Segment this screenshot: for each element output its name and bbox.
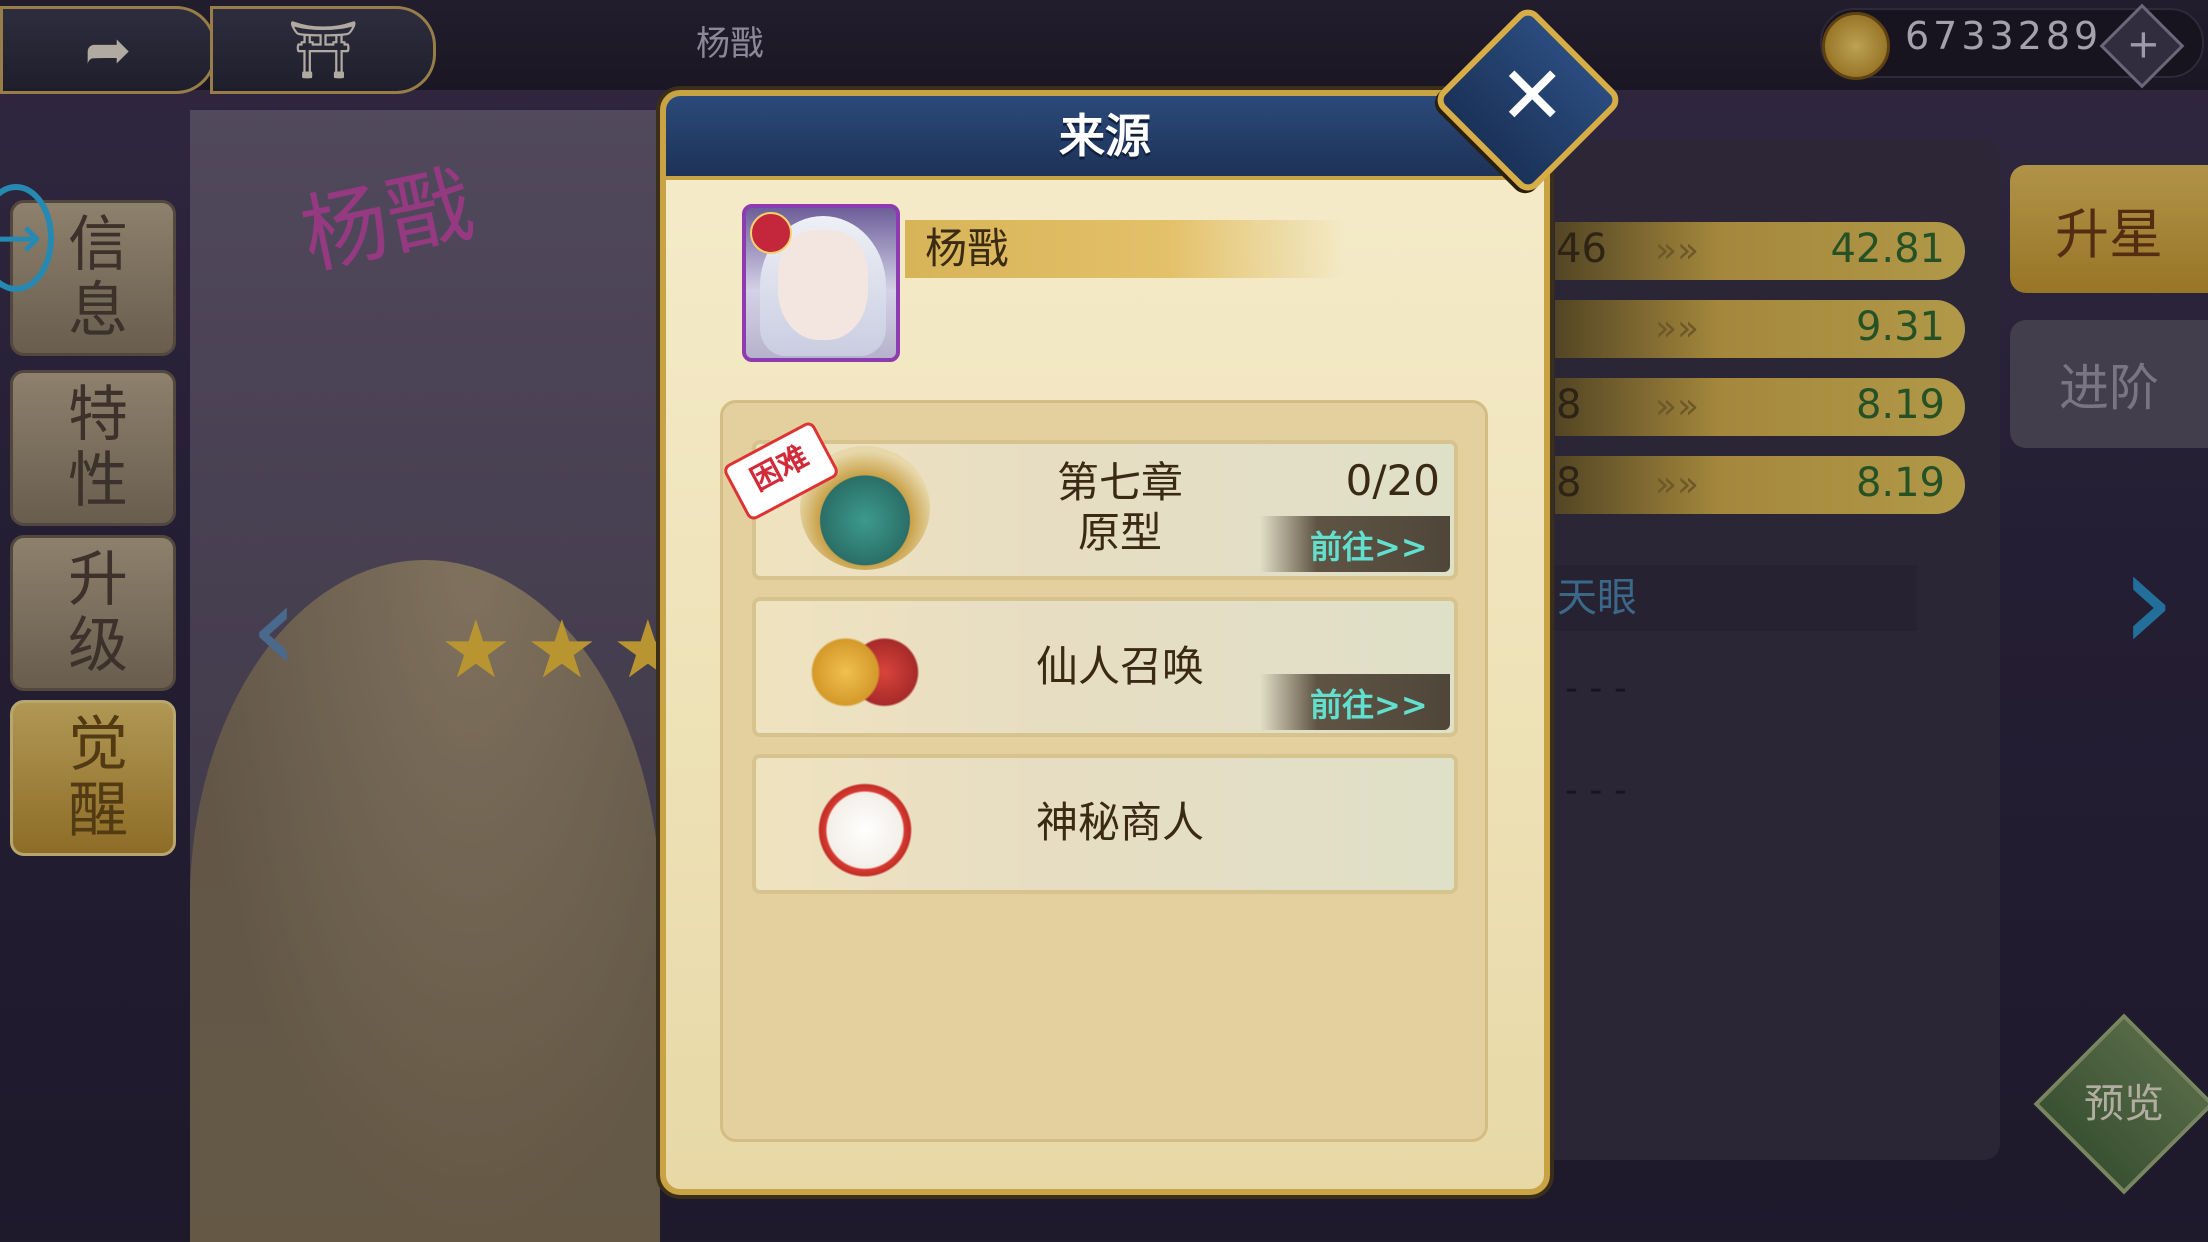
go-button[interactable]: 前往>> [1310, 680, 1428, 726]
hero-portrait [742, 204, 900, 362]
source-label: 神秘商人 [1035, 798, 1204, 847]
go-button[interactable]: 前往>> [1310, 522, 1428, 568]
dialog-title: 来源 [1059, 109, 1151, 163]
immortal-summon-icon [800, 604, 930, 728]
close-icon: ✕ [1498, 48, 1566, 142]
progress-count: 0/20 [1345, 456, 1440, 505]
source-label: 仙人召唤 [1035, 642, 1204, 691]
rank-badge-icon [750, 212, 792, 254]
source-label: 第七章 [1056, 458, 1183, 507]
source-sublabel: 原型 [1077, 508, 1162, 557]
hero-name: 杨戬 [925, 224, 1010, 273]
lucky-cat-icon [800, 762, 930, 886]
